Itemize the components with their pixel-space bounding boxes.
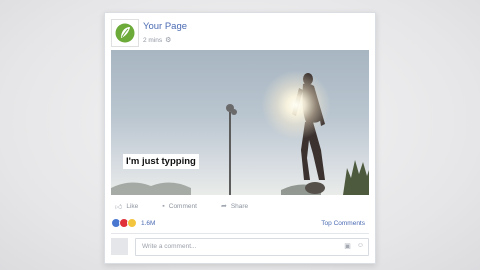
top-comments-dropdown[interactable]: Top Comments bbox=[321, 220, 369, 227]
sun-glare bbox=[261, 70, 331, 140]
reactions-bar: 1.6M Top Comments bbox=[111, 217, 369, 229]
post-actions: 👍︎ Like ▪ Comment ➦ Share bbox=[111, 199, 369, 213]
comment-icon: ▪ bbox=[162, 202, 165, 210]
post-media[interactable]: I'm just typping bbox=[111, 50, 369, 195]
comments-divider bbox=[111, 233, 369, 234]
share-icon: ➦ bbox=[220, 203, 227, 210]
globe-icon: ⚙ bbox=[165, 37, 172, 44]
emoji-icon[interactable]: ☺ bbox=[357, 242, 364, 250]
page-avatar[interactable] bbox=[111, 19, 139, 47]
like-label: Like bbox=[126, 202, 139, 210]
like-button[interactable]: 👍︎ Like bbox=[115, 199, 138, 213]
leaf-logo-icon bbox=[115, 23, 135, 43]
camera-icon[interactable]: ▣ bbox=[344, 242, 351, 250]
page-name[interactable]: Your Page bbox=[143, 21, 187, 32]
comment-input-icons: ▣ ☺ bbox=[344, 242, 364, 250]
post-meta: 2 mins ⚙ bbox=[143, 36, 172, 45]
wow-reaction-icon[interactable] bbox=[127, 218, 137, 228]
thumbs-up-icon: 👍︎ bbox=[115, 203, 123, 211]
share-label: Share bbox=[230, 202, 249, 210]
media-scene bbox=[111, 73, 369, 195]
reaction-count[interactable]: 1.6M bbox=[141, 220, 155, 227]
media-caption: I'm just typping bbox=[123, 154, 199, 169]
comment-input[interactable]: Write a comment... bbox=[135, 238, 369, 256]
post-header: Your Page 2 mins ⚙ bbox=[111, 19, 369, 49]
share-button[interactable]: ➦ Share bbox=[221, 199, 248, 213]
post-card: Your Page 2 mins ⚙ I'm just typping 👍︎ L… bbox=[104, 12, 376, 264]
comment-composer: Write a comment... ▣ ☺ bbox=[111, 238, 369, 256]
comment-button[interactable]: ▪ Comment bbox=[162, 199, 197, 213]
user-avatar bbox=[111, 238, 128, 255]
comment-label: Comment bbox=[168, 202, 197, 210]
post-timestamp[interactable]: 2 mins bbox=[143, 37, 162, 44]
